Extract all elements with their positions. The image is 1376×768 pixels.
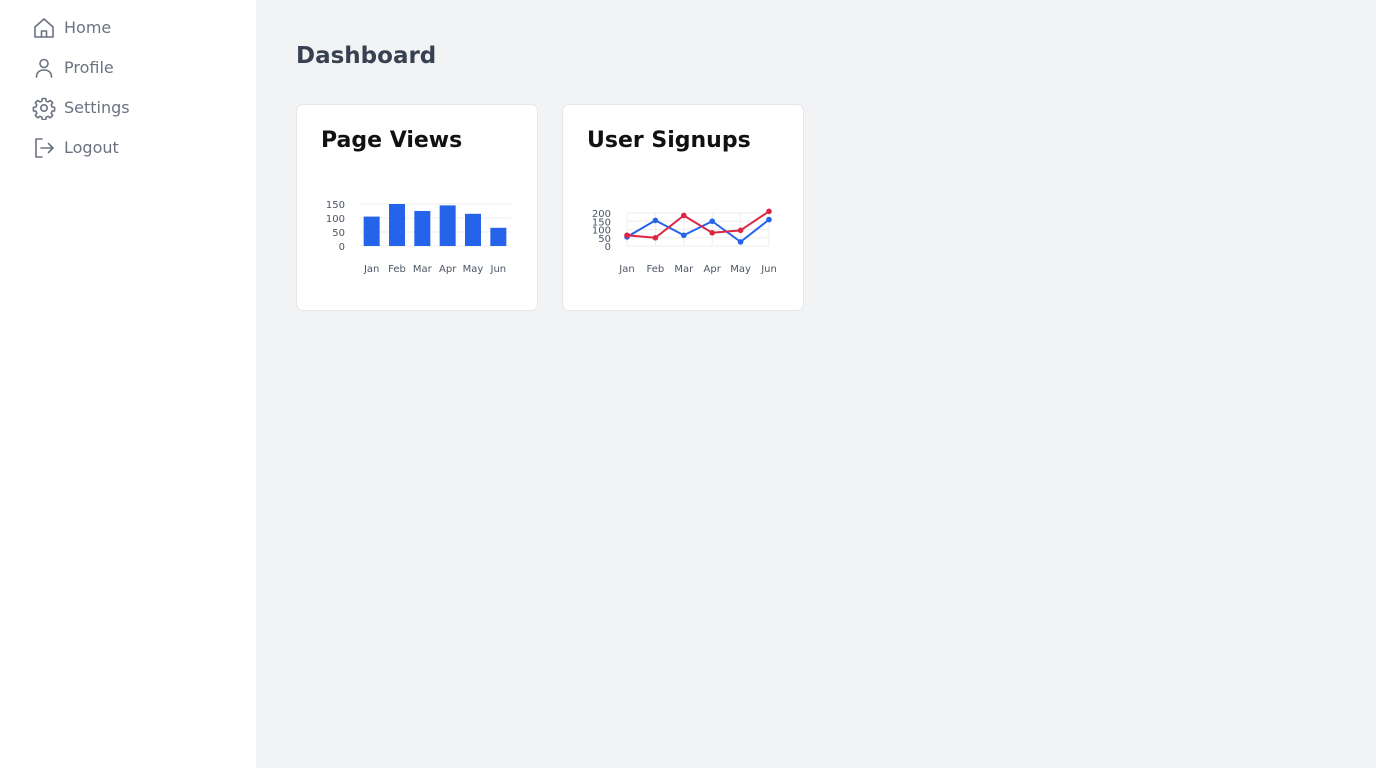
user-signups-chart: 050100150200Jan Feb Mar Apr May Jun	[592, 208, 777, 275]
bar	[439, 205, 456, 246]
data-point	[681, 232, 687, 239]
x-tick-label: Jun	[490, 264, 507, 275]
sidebar-item-logout[interactable]: Logout	[32, 136, 119, 160]
user-icon	[35, 58, 53, 78]
data-point	[652, 234, 659, 241]
x-tick-label: Jan	[618, 264, 634, 275]
series-line	[626, 218, 770, 243]
sidebar-item-label: Logout	[64, 138, 119, 157]
sidebar-item-settings[interactable]: Settings	[32, 96, 130, 120]
x-tick-label: Jun	[760, 264, 777, 275]
data-point	[766, 216, 772, 223]
x-tick-label: Feb	[388, 264, 406, 275]
y-tick-label: 0	[339, 242, 345, 253]
x-tick-label: May	[730, 264, 751, 275]
bar	[414, 211, 431, 246]
sidebar-item-label: Settings	[64, 98, 130, 117]
x-tick-label: Jan	[363, 264, 379, 275]
home-icon	[34, 18, 54, 38]
data-point	[652, 217, 659, 224]
x-tick-label: Mar	[413, 264, 433, 275]
data-point	[737, 227, 744, 234]
y-tick-label: 200	[592, 209, 611, 220]
bar	[465, 213, 481, 246]
bar	[363, 216, 380, 246]
sidebar-item-home[interactable]: Home	[32, 16, 111, 40]
page-views-card: Page Views 0 50 100 150 Jan Feb Mar Apr May Jun	[296, 104, 538, 311]
user-signups-card: User Signups 0 50 100 150 200 Jan Feb Mar Apr May…	[562, 104, 804, 311]
y-tick-label: 100	[326, 214, 345, 225]
x-tick-label: Apr	[439, 264, 457, 275]
gear-icon	[32, 97, 56, 120]
logout-icon	[35, 138, 54, 158]
data-point	[709, 218, 715, 225]
bar	[490, 227, 507, 246]
y-tick-label: 150	[326, 200, 345, 211]
sidebar-item-label: Home	[64, 18, 112, 37]
data-point	[737, 239, 744, 245]
y-tick-label: 50	[332, 228, 345, 239]
data-point	[681, 212, 687, 219]
x-tick-label: Mar	[674, 264, 694, 275]
page-title: Dashboard	[296, 43, 437, 69]
page-views-chart: 0 50 100 150 Jan Feb Mar Apr May Jun	[326, 200, 511, 275]
sidebar-item-label: Profile	[64, 58, 114, 77]
data-point	[709, 230, 715, 236]
bar	[389, 204, 405, 246]
data-point	[766, 208, 772, 215]
sidebar: Home Profile Settings Logout	[0, 0, 256, 768]
sidebar-item-profile[interactable]: Profile	[32, 56, 114, 80]
x-tick-label: May	[463, 264, 484, 275]
x-tick-label: Feb	[647, 264, 665, 275]
data-point	[624, 232, 630, 239]
x-tick-label: Apr	[704, 264, 722, 275]
